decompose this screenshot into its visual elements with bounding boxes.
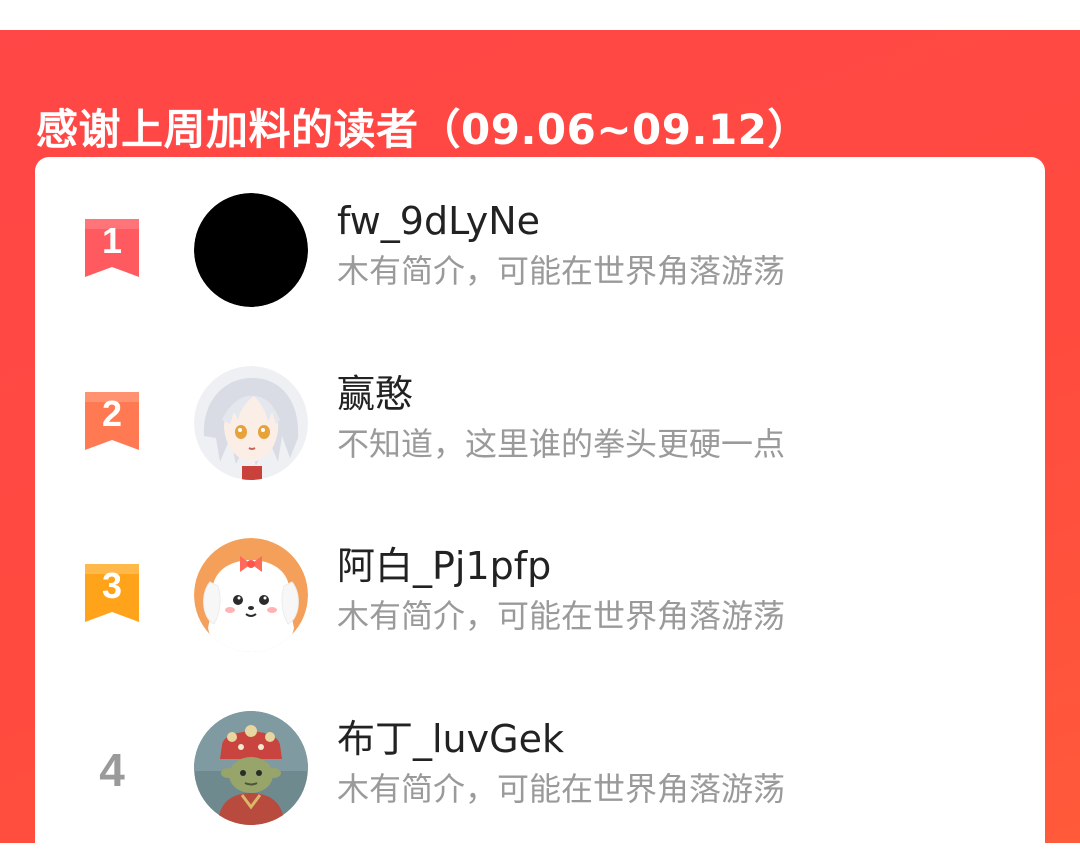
- rank-badge-3: 3: [83, 562, 141, 624]
- bio: 木有简介，可能在世界角落游荡: [337, 252, 786, 290]
- reader-row-2[interactable]: 2 赢憨 不知道，这里谁的拳头更硬一点: [35, 358, 1045, 488]
- panel-title: 感谢上周加料的读者（09.06~09.12）: [36, 105, 810, 154]
- rank-number: 4: [99, 744, 125, 796]
- rank-number: 2: [101, 393, 123, 434]
- rank-number: 1: [101, 220, 123, 261]
- cartoon-dog-avatar-icon: [194, 538, 308, 652]
- avatar[interactable]: [194, 193, 308, 307]
- avatar[interactable]: [194, 711, 308, 825]
- username[interactable]: 布丁_luvGek: [337, 717, 564, 761]
- black-circle-avatar-icon: [194, 193, 308, 307]
- avatar[interactable]: [194, 538, 308, 652]
- anime-girl-avatar-icon: [194, 366, 308, 480]
- rank-badge-1: 1: [83, 217, 141, 279]
- username[interactable]: 赢憨: [337, 372, 413, 416]
- rank-number: 3: [101, 565, 123, 606]
- opera-costume-avatar-icon: [194, 711, 308, 825]
- rank-badge-2: 2: [83, 390, 141, 452]
- reader-row-1[interactable]: 1 fw_9dLyNe 木有简介，可能在世界角落游荡: [35, 185, 1045, 315]
- avatar[interactable]: [194, 366, 308, 480]
- bio: 木有简介，可能在世界角落游荡: [337, 597, 786, 635]
- bio: 木有简介，可能在世界角落游荡: [337, 770, 786, 808]
- username[interactable]: 阿白_Pj1pfp: [337, 544, 551, 588]
- bio: 不知道，这里谁的拳头更硬一点: [337, 425, 786, 463]
- reader-row-4[interactable]: 4 布丁_luvGek 木有简介，可能在世界角落游荡: [35, 703, 1045, 833]
- top-strip: [0, 0, 1080, 30]
- reader-list-card: 1 fw_9dLyNe 木有简介，可能在世界角落游荡 2 赢憨 不知道，这里谁的…: [35, 157, 1045, 857]
- username[interactable]: fw_9dLyNe: [337, 199, 540, 243]
- reader-row-3[interactable]: 3 阿白_Pj1pfp 木有简介，可能在世界角落游荡: [35, 530, 1045, 660]
